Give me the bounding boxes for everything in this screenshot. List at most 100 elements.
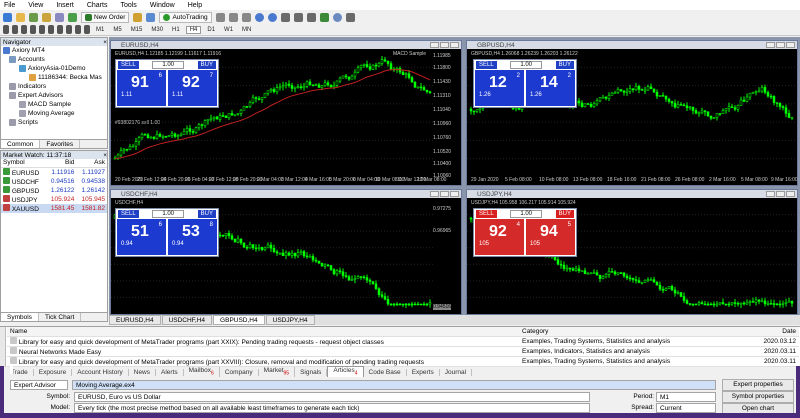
buy-price[interactable]: 1.11 92 7 [168, 70, 217, 106]
autoscroll-icon[interactable] [293, 12, 303, 22]
maximize-icon[interactable] [440, 42, 449, 48]
tab-usdjpy[interactable]: USDJPY,H4 [265, 315, 315, 325]
new-chart-icon[interactable] [3, 12, 12, 22]
lot-input[interactable]: 1.00 [152, 210, 185, 218]
menu-help[interactable]: Help [188, 2, 202, 9]
chart-window-usdchf[interactable]: USDCHF,H4 USDCHF,H4 0.97275 0.96965 0.94… [110, 189, 462, 315]
trendline-icon[interactable] [39, 25, 45, 34]
minimize-icon[interactable] [766, 42, 775, 48]
tree-moving-average[interactable]: Moving Average [3, 109, 107, 118]
maximize-icon[interactable] [440, 191, 449, 197]
market-row-gbpusd[interactable]: GBPUSD 1.26122 1.26142 [1, 185, 107, 195]
sell-button[interactable]: SELL [476, 210, 497, 218]
close-icon[interactable] [786, 191, 795, 197]
market-watch-icon[interactable] [29, 12, 38, 22]
col-date[interactable]: Date [759, 327, 799, 337]
tab-common[interactable]: Common [1, 140, 41, 148]
minimize-icon[interactable] [430, 191, 439, 197]
tf-m15[interactable]: M15 [128, 27, 146, 33]
line-chart-icon[interactable] [241, 12, 251, 22]
tile-icon[interactable] [280, 12, 290, 22]
arrows-icon[interactable] [84, 25, 90, 34]
cursor-icon[interactable] [3, 25, 9, 34]
tree-indicators[interactable]: Indicators [3, 82, 107, 91]
buy-button[interactable]: BUY [555, 61, 574, 69]
tab-favorites[interactable]: Favorites [40, 140, 81, 148]
chart-window-eurusd[interactable]: EURUSD,H4 EURUSD,H4 1.12185 1.12199 1.11… [110, 40, 462, 186]
col-name[interactable]: Name [7, 327, 519, 337]
market-row-usdchf[interactable]: USDCHF 0.94516 0.94538 [1, 176, 107, 186]
tf-h1[interactable]: H1 [169, 27, 183, 33]
indicators-icon[interactable] [319, 12, 329, 22]
templates-icon[interactable] [345, 12, 355, 22]
menu-tools[interactable]: Tools [120, 2, 136, 9]
label-icon[interactable] [75, 25, 81, 34]
lot-input[interactable]: 1.00 [510, 61, 543, 69]
close-icon[interactable] [450, 191, 459, 197]
col-category[interactable]: Category [519, 327, 759, 337]
tab-eurusd[interactable]: EURUSD,H4 [109, 315, 161, 325]
tab-usdchf[interactable]: USDCHF,H4 [161, 315, 213, 325]
expert-icon[interactable] [146, 12, 156, 22]
symbol-properties-button[interactable]: Symbol properties [722, 391, 794, 403]
symbol-select[interactable]: EURUSD, Euro vs US Dollar [74, 392, 590, 402]
open-chart-button[interactable]: Open chart [722, 403, 794, 415]
crosshair-icon[interactable] [12, 25, 18, 34]
tester-icon[interactable] [68, 12, 77, 22]
terminal-grip[interactable] [0, 327, 6, 367]
channel-icon[interactable] [48, 25, 54, 34]
shift-icon[interactable] [306, 12, 316, 22]
model-select[interactable]: Every tick (the most precise method base… [74, 403, 590, 413]
tf-h4[interactable]: H4 [185, 25, 202, 34]
tf-d1[interactable]: D1 [204, 27, 218, 33]
sell-button[interactable]: SELL [118, 61, 139, 69]
sell-button[interactable]: SELL [118, 210, 139, 218]
menu-charts[interactable]: Charts [87, 2, 108, 9]
tf-mn[interactable]: MN [239, 27, 254, 33]
terminal-icon[interactable] [55, 12, 64, 22]
tab-symbols[interactable]: Symbols [1, 313, 39, 321]
lot-input[interactable]: 1.00 [152, 61, 185, 69]
close-icon[interactable]: × [103, 39, 107, 46]
chart-window-usdjpy[interactable]: USDJPY,H4 USDJPY,H4 105.958 106.217 105.… [466, 189, 798, 315]
market-row-eurusd[interactable]: EURUSD 1.11916 1.11927 [1, 167, 107, 177]
profiles-icon[interactable] [16, 12, 25, 22]
minimize-icon[interactable] [766, 191, 775, 197]
spread-select[interactable]: Current [656, 403, 716, 413]
new-order-button[interactable]: New Order [81, 11, 130, 23]
tf-w1[interactable]: W1 [221, 27, 236, 33]
list-item[interactable]: Neural Networks Made Easy Examples, Indic… [7, 346, 799, 357]
sell-price[interactable]: 1.11 91 6 [117, 70, 166, 106]
sell-price[interactable]: 105 92 4 [475, 219, 524, 255]
tree-accounts[interactable]: Accounts [3, 55, 107, 64]
sell-button[interactable]: SELL [476, 61, 497, 69]
text-icon[interactable] [66, 25, 72, 34]
col-bid[interactable]: Bid [45, 159, 77, 168]
market-row-xauusd[interactable]: XAUUSD 1581.45 1581.82 [1, 203, 107, 213]
buy-button[interactable]: BUY [197, 210, 216, 218]
buy-price[interactable]: 105 94 5 [526, 219, 575, 255]
tree-server[interactable]: AxioryAsia-01Demo [3, 64, 107, 73]
buy-price[interactable]: 1.26 14 2 [526, 70, 575, 106]
tab-mailbox[interactable]: Mailbox6 [184, 367, 220, 377]
buy-price[interactable]: 0.94 53 8 [168, 219, 217, 255]
close-icon[interactable] [786, 42, 795, 48]
expert-properties-button[interactable]: Expert properties [722, 379, 794, 391]
sell-price[interactable]: 1.26 12 2 [475, 70, 524, 106]
fibo-icon[interactable] [57, 25, 63, 34]
candlestick-icon[interactable] [228, 12, 238, 22]
buy-button[interactable]: BUY [197, 61, 216, 69]
menu-view[interactable]: View [28, 2, 43, 9]
tester-ea-type[interactable]: Expert Advisor [10, 380, 68, 390]
tab-market[interactable]: Market95 [259, 367, 296, 377]
market-row-usdjpy[interactable]: USDJPY 105.924 105.945 [1, 194, 107, 204]
minimize-icon[interactable] [430, 42, 439, 48]
tab-journal[interactable]: Journal [440, 368, 473, 376]
close-icon[interactable] [450, 42, 459, 48]
periods-icon[interactable] [332, 12, 342, 22]
period-select[interactable]: M1 [656, 392, 716, 402]
buy-button[interactable]: BUY [555, 210, 574, 218]
tab-alerts[interactable]: Alerts [156, 368, 184, 376]
tf-m5[interactable]: M5 [110, 27, 124, 33]
metaeditor-icon[interactable] [133, 12, 143, 22]
